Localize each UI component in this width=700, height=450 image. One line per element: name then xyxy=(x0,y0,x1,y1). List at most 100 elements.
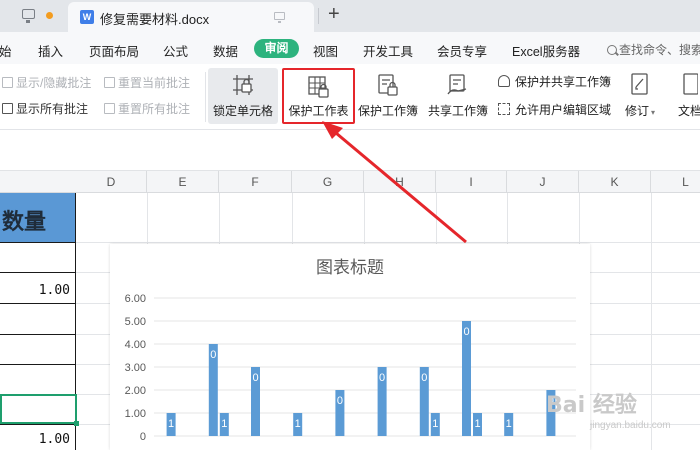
share-workbook-icon xyxy=(447,74,467,95)
lock-cell-label: 锁定单元格 xyxy=(212,104,273,118)
y-tick-label: 3.00 xyxy=(125,362,146,374)
column-header-j[interactable]: J xyxy=(507,171,579,193)
y-tick-label: 2.00 xyxy=(125,385,146,397)
cell-border xyxy=(0,424,76,425)
menu-item-excel-server[interactable]: Excel服务器 xyxy=(512,41,580,60)
chart-bar xyxy=(462,321,471,436)
menu-item-member[interactable]: 会员专享 xyxy=(437,41,487,60)
protect-sheet-button[interactable]: 保护工作表 xyxy=(282,68,355,124)
review-ribbon: 显示/隐藏批注 重置当前批注 显示所有批注 重置所有批注 锁定单元格 保护工作表 xyxy=(0,64,700,130)
column-header-h[interactable]: H xyxy=(364,171,436,193)
y-tick-label: 6.00 xyxy=(125,293,146,305)
edit-range-icon xyxy=(498,103,510,115)
cell-value[interactable]: 1.00 xyxy=(0,283,70,298)
reset-current-comment-button[interactable]: 重置当前批注 xyxy=(104,74,190,91)
protect-workbook-button[interactable]: 保护工作簿 xyxy=(356,68,420,124)
wps-writer-icon: W xyxy=(80,10,94,24)
bar-data-label: 0 xyxy=(252,372,258,384)
protect-sheet-label: 保护工作表 xyxy=(288,104,349,118)
title-tab-bar: W 修复需要材料.docx + xyxy=(0,0,700,32)
allow-edit-range-button[interactable]: 允许用户编辑区域 xyxy=(498,101,611,118)
cell-border xyxy=(0,272,76,273)
column-header-e[interactable]: E xyxy=(147,171,219,193)
lock-cell-button[interactable]: 锁定单元格 xyxy=(208,68,278,124)
bar-data-label: 1 xyxy=(474,418,480,430)
column-header-f[interactable]: F xyxy=(219,171,292,193)
menu-item-page-layout[interactable]: 页面布局 xyxy=(89,41,139,60)
bar-data-label: 0 xyxy=(421,372,427,384)
lock-cell-icon xyxy=(233,75,253,95)
selected-cell[interactable] xyxy=(0,394,79,426)
y-tick-label: 1.00 xyxy=(125,408,146,420)
cell-border xyxy=(0,303,76,304)
menu-item-start[interactable]: 始 xyxy=(0,41,12,60)
status-dot-icon xyxy=(46,12,53,19)
menu-item-view[interactable]: 视图 xyxy=(313,41,338,60)
cell-border xyxy=(0,242,76,243)
reset-all-comments-button[interactable]: 重置所有批注 xyxy=(104,100,190,117)
y-tick-label: 5.00 xyxy=(125,316,146,328)
document-tab-title: 修复需要材料.docx xyxy=(100,12,210,27)
share-workbook-button[interactable]: 共享工作簿 xyxy=(425,68,491,124)
header-cell-label: 数量 xyxy=(2,209,47,235)
new-tab-button[interactable]: + xyxy=(328,3,340,26)
tab-divider xyxy=(318,8,319,24)
chart-area[interactable]: 图表标题 6.00 5.00 4.00 3.00 2.00 1.00 0 1 0 0 1 0 0 0 0 1 0 1… xyxy=(110,244,590,450)
column-header-l[interactable]: L xyxy=(651,171,700,193)
cell-value[interactable]: 1.00 xyxy=(0,432,70,447)
bar-data-label: 1 xyxy=(221,418,227,430)
document-label: 文档 xyxy=(678,104,700,118)
command-search[interactable]: 查找命令、搜索 xyxy=(607,41,700,58)
protect-sheet-icon xyxy=(307,76,329,98)
y-tick-label: 0 xyxy=(140,431,146,443)
document-tab[interactable]: W 修复需要材料.docx xyxy=(68,2,314,32)
menu-item-review[interactable]: 审阅 xyxy=(254,39,299,58)
protect-workbook-label: 保护工作簿 xyxy=(357,104,418,118)
bar-data-label: 0 xyxy=(210,349,216,361)
protect-share-workbook-button[interactable]: 保护并共享工作簿 xyxy=(498,73,611,90)
track-changes-button[interactable]: 修订 ▾ xyxy=(621,68,659,124)
column-header-d[interactable]: D xyxy=(76,171,147,193)
formula-area xyxy=(0,131,700,171)
bar-data-label: 0 xyxy=(337,395,343,407)
watermark-logo: Bai 经验 xyxy=(546,393,637,418)
track-changes-label: 修订 ▾ xyxy=(624,104,656,118)
bar-chart: 图表标题6.005.004.003.002.001.000100100 00101… xyxy=(125,258,576,443)
reset-all-icon xyxy=(104,103,115,114)
chevron-down-icon: ▾ xyxy=(651,108,656,117)
cell-border xyxy=(0,364,76,365)
ribbon-divider xyxy=(205,72,206,122)
reset-comment-icon xyxy=(104,77,115,88)
protect-workbook-icon xyxy=(378,74,398,96)
screen-icon[interactable] xyxy=(274,12,285,23)
watermark-url: jingyan.baidu.com xyxy=(590,420,671,431)
document-button[interactable]: 文档 xyxy=(672,68,700,124)
search-placeholder: 查找命令、搜索 xyxy=(619,43,700,57)
show-all-comments-button[interactable]: 显示所有批注 xyxy=(2,100,88,117)
chart-title: 图表标题 xyxy=(316,258,384,278)
menu-item-formula[interactable]: 公式 xyxy=(163,41,188,60)
comment-icon xyxy=(2,77,13,88)
menu-item-data[interactable]: 数据 xyxy=(213,41,238,60)
column-header-k[interactable]: K xyxy=(579,171,651,193)
column-header-i[interactable]: I xyxy=(436,171,507,193)
document-icon xyxy=(683,73,698,95)
header-cell-quantity[interactable]: 数量 xyxy=(0,193,76,242)
column-header-g[interactable]: G xyxy=(292,171,364,193)
bar-data-label: 1 xyxy=(432,418,438,430)
monitor-icon[interactable] xyxy=(22,9,35,23)
grid-line xyxy=(76,242,700,243)
column-header-row: D E F G H I J K L xyxy=(0,171,700,193)
comments-icon xyxy=(2,103,13,114)
bar-data-label: 0 xyxy=(463,326,469,338)
menu-bar: 始 插入 页面布局 公式 数据 审阅 视图 开发工具 会员专享 Excel服务器… xyxy=(0,32,700,64)
menu-item-developer[interactable]: 开发工具 xyxy=(363,41,413,60)
share-workbook-label: 共享工作簿 xyxy=(427,104,488,118)
track-changes-icon xyxy=(631,73,648,95)
grid-line xyxy=(651,193,652,450)
search-icon xyxy=(607,45,617,55)
protect-share-icon xyxy=(498,75,510,87)
bar-data-label: 1 xyxy=(506,418,512,430)
show-hide-comment-button[interactable]: 显示/隐藏批注 xyxy=(2,74,91,91)
menu-item-insert[interactable]: 插入 xyxy=(38,41,63,60)
